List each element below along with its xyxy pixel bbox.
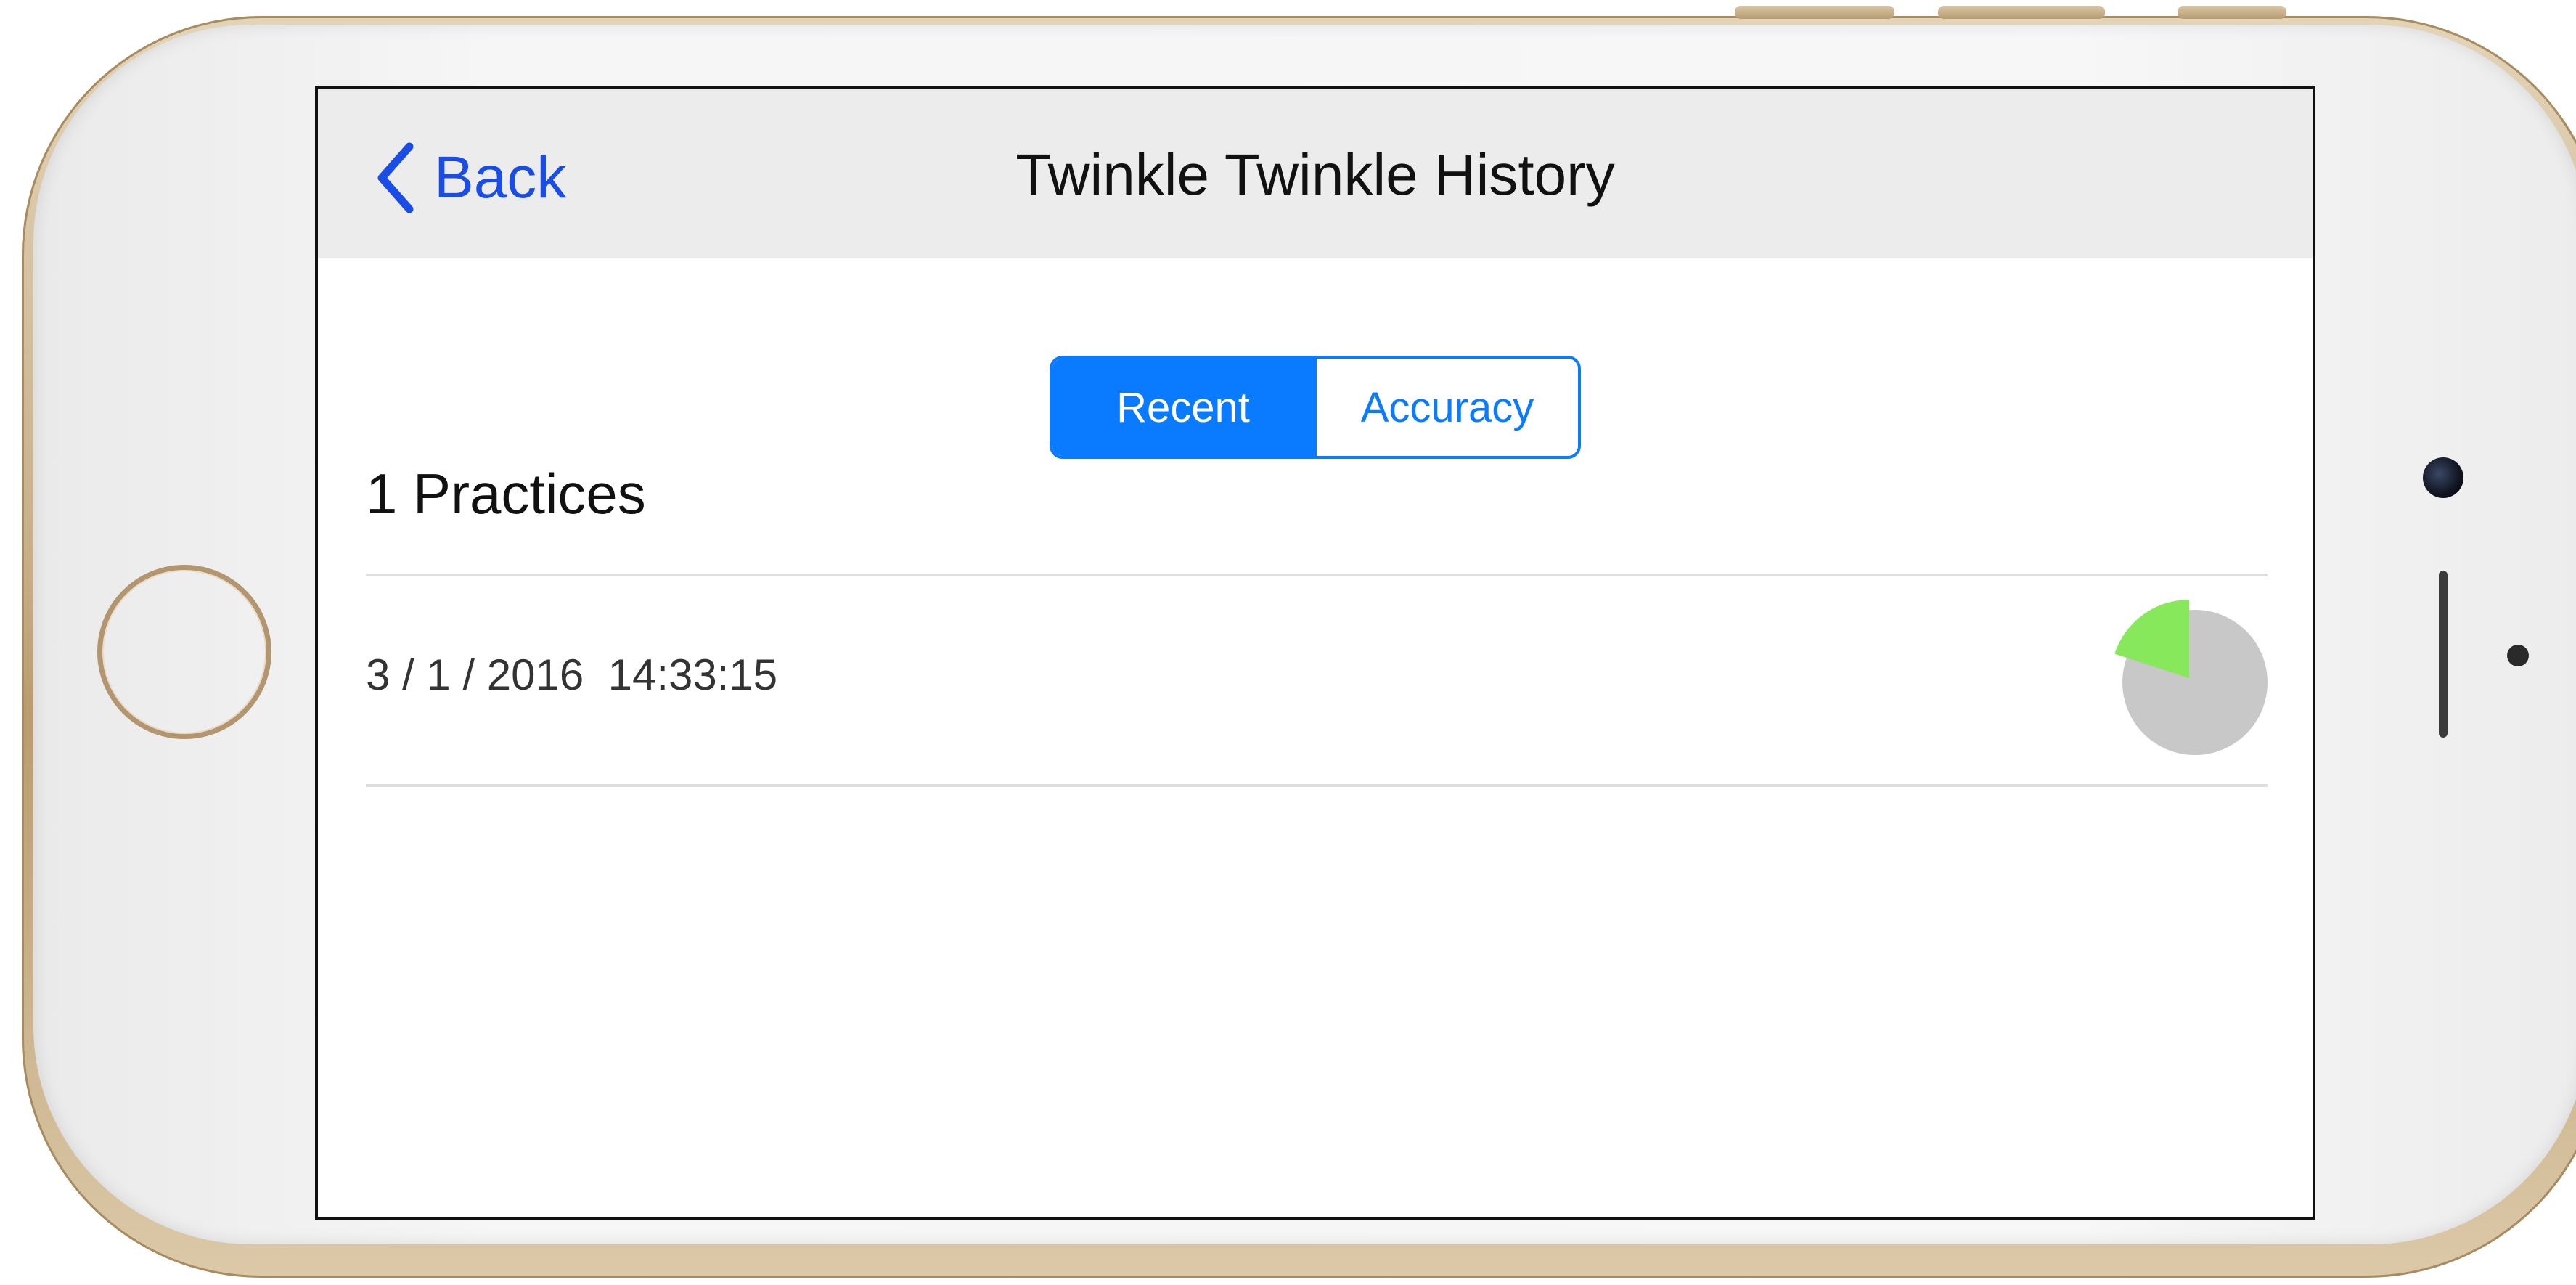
practice-count-heading: 1 Practices bbox=[366, 462, 646, 526]
earpiece-speaker bbox=[2439, 571, 2448, 738]
segment-accuracy[interactable]: Accuracy bbox=[1314, 359, 1578, 456]
navigation-bar: Back Twinkle Twinkle History bbox=[318, 89, 2313, 258]
page-title: Twinkle Twinkle History bbox=[1015, 142, 1615, 207]
practice-list-item[interactable]: 3 / 1 / 2016 14:33:15 bbox=[366, 574, 2268, 784]
app-screen: Back Twinkle Twinkle History Recent Accu… bbox=[315, 86, 2315, 1220]
volume-button bbox=[1938, 6, 2105, 19]
practice-datetime: 3 / 1 / 2016 14:33:15 bbox=[366, 650, 778, 699]
mute-switch bbox=[2178, 6, 2286, 19]
segment-recent[interactable]: Recent bbox=[1052, 359, 1314, 456]
proximity-sensor bbox=[2507, 645, 2529, 666]
front-camera-icon bbox=[2423, 457, 2463, 498]
home-button[interactable] bbox=[97, 565, 271, 739]
list-divider bbox=[366, 784, 2268, 787]
accuracy-pie-chart bbox=[2114, 600, 2268, 755]
history-segmented-control: Recent Accuracy bbox=[1050, 356, 1581, 459]
volume-button bbox=[1735, 6, 1894, 19]
